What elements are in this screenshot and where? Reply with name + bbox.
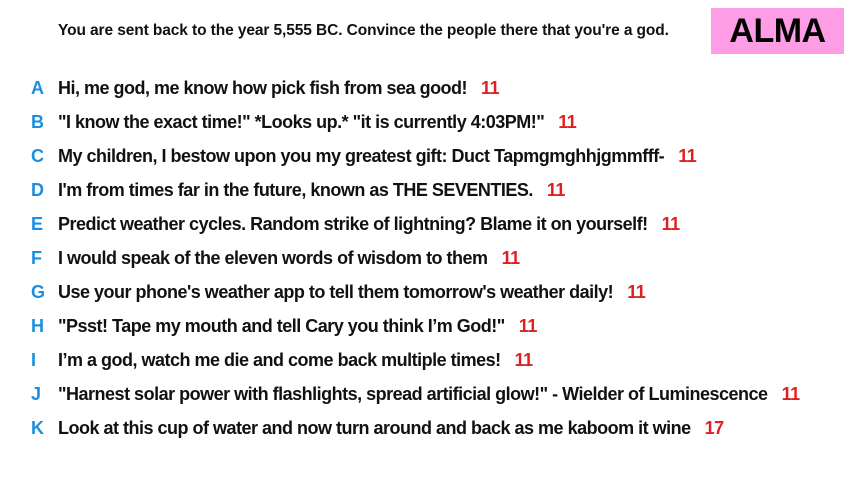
answer-text: Hi, me god, me know how pick fish from s… [58,77,468,98]
answer-letter: J [31,383,42,404]
answer-letter: G [31,281,46,302]
answer-text: I’m a god, watch me die and come back mu… [58,349,501,370]
answer-letter: B [31,111,44,132]
answer-score: 11 [481,77,500,98]
answer-score: 17 [704,417,725,438]
answer-text: I'm from times far in the future, known … [58,179,533,200]
answer-score: 11 [781,383,801,404]
answer-letter: H [31,315,44,336]
answer-text: I would speak of the eleven words of wis… [58,247,488,268]
answer-text: Use your phone's weather app to tell the… [58,281,614,302]
answer-score: 11 [627,281,646,302]
answer-text: My children, I bestow upon you my greate… [58,145,665,166]
answer-text: Predict weather cycles. Random strike of… [58,213,648,234]
answer-text: "Psst! Tape my mouth and tell Cary you t… [58,315,505,336]
answer-score: 11 [661,213,681,234]
answer-score: 11 [514,349,534,370]
player-name-badge: ALMA [711,8,844,54]
answer-score: 11 [546,179,566,200]
answer-score: 11 [518,315,538,336]
answer-letter: D [31,179,44,200]
answer-score: 11 [558,111,577,132]
answer-letter: C [31,145,44,166]
answer-text: "Harnest solar power with flashlights, s… [58,383,768,404]
prompt-text: You are sent back to the year 5,555 BC. … [58,22,669,39]
answer-text: "I know the exact time!" *Looks up.* "it… [58,111,545,132]
answer-text: Look at this cup of water and now turn a… [58,417,691,438]
answer-score: 11 [678,145,697,166]
answer-letter: F [31,247,42,268]
player-name: ALMA [729,11,826,50]
answer-letter: A [31,77,44,98]
answer-letter: E [31,213,44,234]
answer-letter: I [31,349,37,370]
answer-score: 11 [501,247,521,268]
answer-letter: K [31,417,44,438]
